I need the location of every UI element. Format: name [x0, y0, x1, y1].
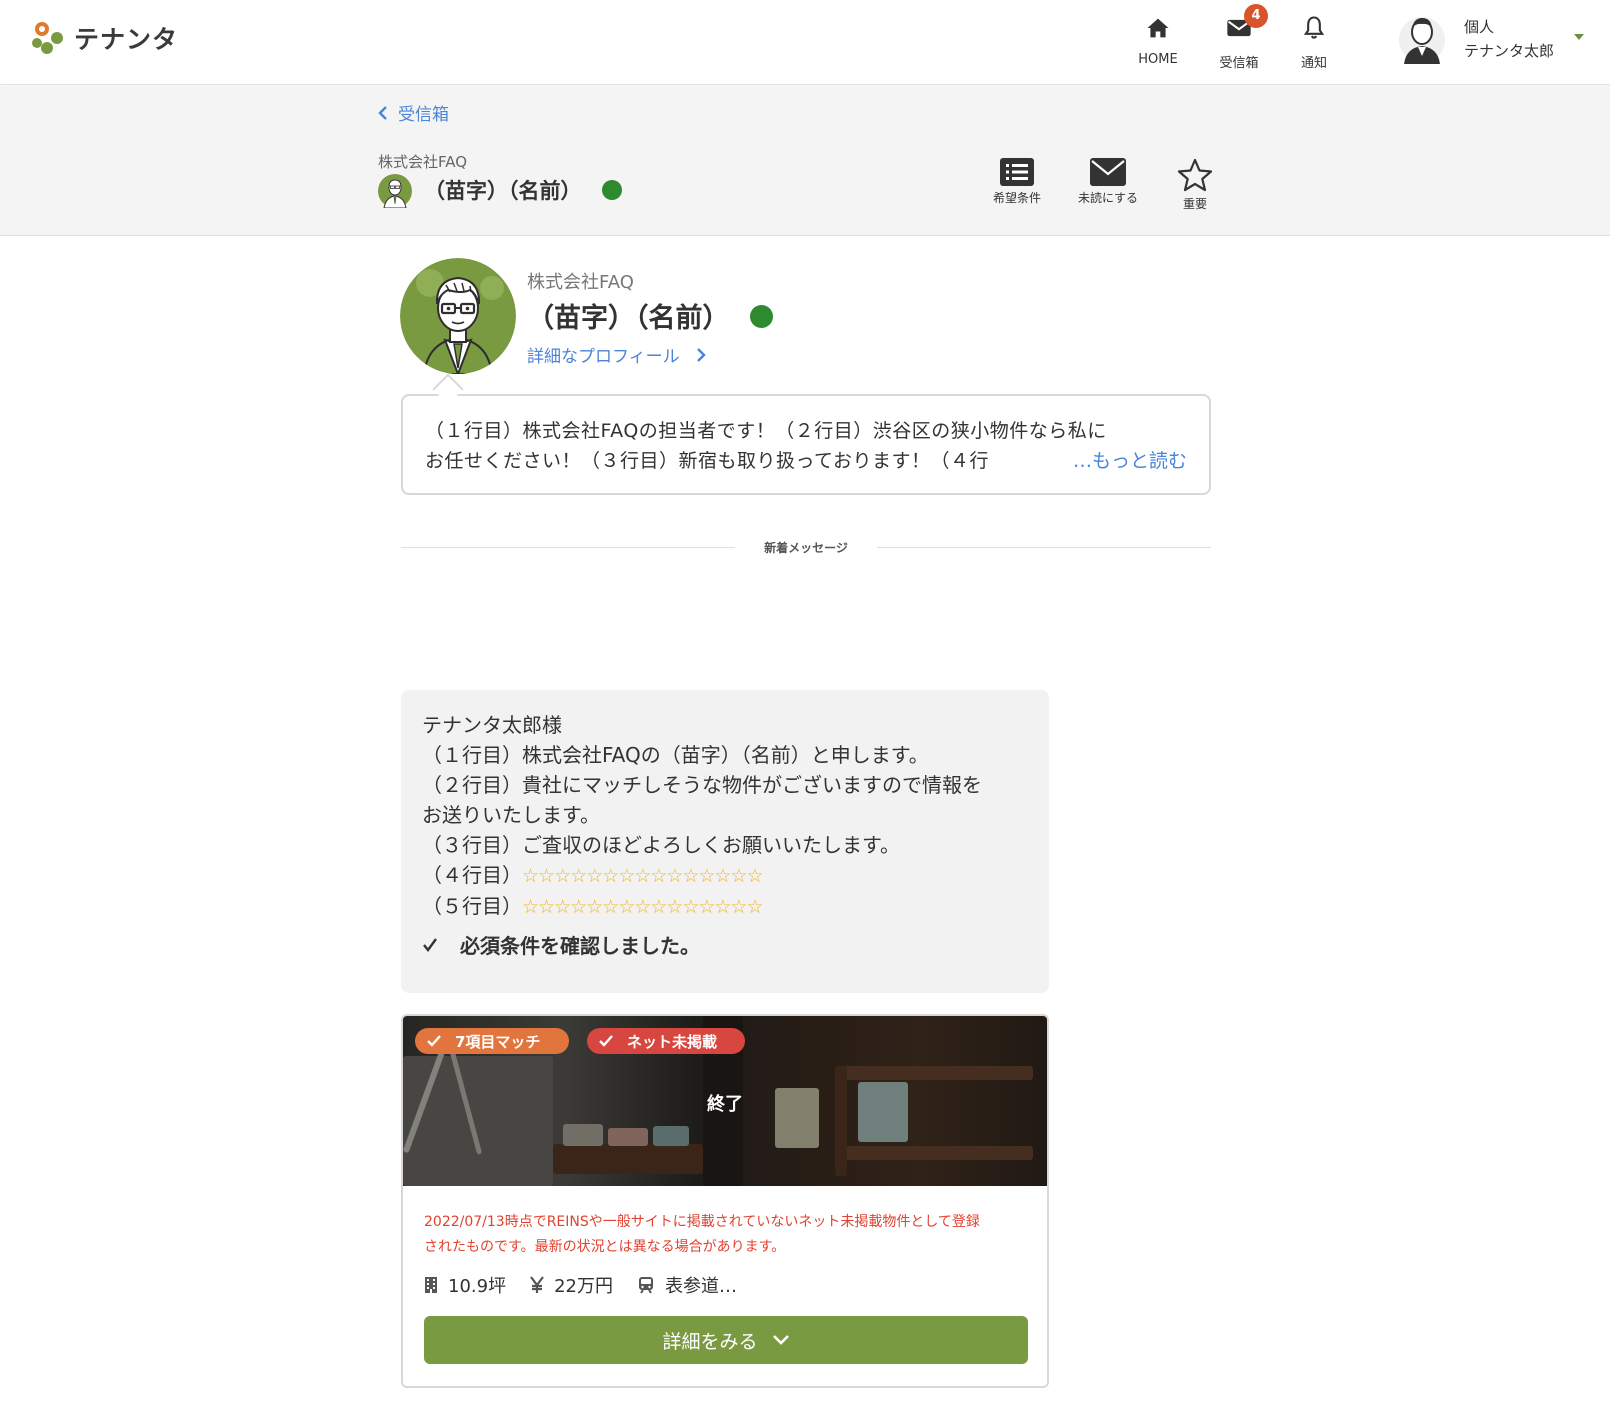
nav-inbox[interactable]: 4 受信箱: [1199, 4, 1279, 71]
mark-unread-button[interactable]: 未読にする: [1063, 158, 1153, 218]
rent-value: 22万円: [554, 1276, 613, 1297]
property-photo: 7項目マッチ ネット未掲載 終了: [403, 1016, 1047, 1186]
profile-company: 株式会社FAQ: [527, 272, 634, 293]
message-bubble: テナンタ太郎様 （１行目）株式会社FAQの（苗字）（名前）と申します。 （２行目…: [401, 690, 1049, 993]
building-icon: [425, 1277, 437, 1293]
offline-warning: 2022/07/13時点でREINSや一般サイトに掲載されていないネット未掲載物…: [424, 1210, 1024, 1260]
conversation-header: 受信箱 株式会社FAQ （苗字）（名前） 希望条件 未読にする 重要: [0, 86, 1610, 236]
message-line-prefix: （４行目）: [422, 863, 522, 887]
detailed-profile-link[interactable]: 詳細なプロフィール: [527, 342, 706, 367]
nav-home-label: HOME: [1138, 52, 1178, 67]
chevron-left-icon: [378, 105, 387, 120]
match-tag-label: 7項目マッチ: [455, 1032, 541, 1051]
station-value: 表参道…: [664, 1276, 737, 1297]
user-avatar-icon: [1399, 17, 1445, 64]
chevron-right-icon: [696, 347, 706, 362]
new-messages-divider: 新着メッセージ: [401, 537, 1211, 557]
stars-row: ☆☆☆☆☆☆☆☆☆☆☆☆☆☆☆: [522, 896, 763, 918]
home-icon: [1147, 18, 1169, 38]
message-line: （１行目）株式会社FAQの（苗字）（名前）と申します。: [422, 743, 929, 767]
property-specs: 10.9坪 22万円 表参道…: [424, 1272, 749, 1298]
header-name: （苗字）（名前）: [424, 179, 582, 203]
property-card[interactable]: 7項目マッチ ネット未掲載 終了 2022/07/13時点でREINSや一般サイ…: [401, 1014, 1049, 1388]
status-ended: 終了: [707, 1094, 743, 1115]
user-name: テナンタ太郎: [1464, 42, 1555, 60]
divider-line: [877, 547, 1211, 548]
yen-icon: [530, 1276, 544, 1293]
nav-notice-label: 通知: [1300, 56, 1327, 71]
mark-unread-label: 未読にする: [1077, 191, 1139, 205]
message-line: （３行目）ご査収のほどよろしくお願いいたします。: [422, 833, 900, 857]
match-tag: 7項目マッチ: [415, 1028, 569, 1054]
area-spec: 10.9坪: [424, 1272, 506, 1298]
online-status-dot: [602, 180, 622, 200]
check-icon: [427, 1035, 441, 1047]
logo-text: テナンタ: [74, 25, 179, 54]
user-menu[interactable]: 個人 テナンタ太郎: [1398, 8, 1588, 74]
conditions-label: 希望条件: [992, 191, 1041, 205]
warning-line: 2022/07/13時点でREINSや一般サイトに掲載されていないネット未掲載物…: [424, 1214, 980, 1230]
header-company: 株式会社FAQ: [378, 153, 468, 171]
requirements-confirmed-label: 必須条件を確認しました。: [460, 934, 700, 958]
star-icon: [1177, 158, 1213, 192]
message-line: お送りいたします。: [422, 803, 600, 827]
header-avatar: [378, 174, 412, 208]
nav-inbox-label: 受信箱: [1219, 56, 1259, 71]
important-label: 重要: [1182, 197, 1207, 211]
rent-spec: 22万円: [530, 1272, 613, 1298]
logo[interactable]: テナンタ: [30, 20, 178, 56]
view-details-label: 詳細をみる: [662, 1330, 758, 1353]
profile-name: （苗字）（名前）: [527, 303, 730, 334]
list-icon: [1000, 158, 1034, 186]
back-label: 受信箱: [398, 105, 449, 125]
profile-bio-bubble: （１行目）株式会社FAQの担当者です！（２行目）渋谷区の狭小物件なら私に お任せ…: [401, 394, 1211, 495]
requirements-confirmed: 必須条件を確認しました。: [422, 930, 700, 959]
message-line: テナンタ太郎様: [422, 713, 562, 737]
check-icon: [599, 1035, 613, 1047]
offline-tag: ネット未掲載: [587, 1028, 745, 1054]
user-type: 個人: [1464, 18, 1495, 36]
station-spec: 表参道…: [637, 1272, 737, 1298]
stars-row: ☆☆☆☆☆☆☆☆☆☆☆☆☆☆☆: [522, 865, 763, 887]
chevron-down-icon: [772, 1335, 789, 1345]
important-button[interactable]: 重要: [1150, 158, 1240, 218]
inbox-badge: 4: [1244, 4, 1268, 28]
view-details-button[interactable]: 詳細をみる: [424, 1316, 1028, 1364]
message-line: （４行目）☆☆☆☆☆☆☆☆☆☆☆☆☆☆☆: [422, 860, 1042, 891]
warning-line: されたものです。最新の状況とは異なる場合があります。: [424, 1239, 786, 1255]
message-line: （５行目）☆☆☆☆☆☆☆☆☆☆☆☆☆☆☆: [422, 891, 1042, 922]
train-icon: [638, 1277, 653, 1294]
bell-icon: [1303, 16, 1325, 39]
message-line: （２行目）貴社にマッチしそうな物件がございますので情報を: [422, 773, 982, 797]
read-more-link[interactable]: …もっと読む: [1070, 446, 1187, 473]
offline-tag-label: ネット未掲載: [627, 1032, 718, 1051]
top-navigation: テナンタ HOME 4 受信箱 通知 個人 テナンタ太郎: [0, 0, 1610, 85]
message-body: テナンタ太郎様 （１行目）株式会社FAQの（苗字）（名前）と申します。 （２行目…: [422, 710, 1042, 922]
message-line-prefix: （５行目）: [422, 894, 522, 918]
caret-down-icon: [1574, 34, 1584, 40]
profile-online-dot: [750, 305, 773, 328]
nav-home[interactable]: HOME: [1118, 10, 1198, 70]
check-icon: [423, 937, 437, 952]
detailed-profile-label: 詳細なプロフィール: [527, 347, 680, 367]
area-value: 10.9坪: [448, 1276, 507, 1297]
nav-notice[interactable]: 通知: [1274, 10, 1354, 71]
envelope-icon: [1090, 158, 1126, 186]
back-to-inbox-link[interactable]: 受信箱: [378, 100, 449, 125]
bio-line: （１行目）株式会社FAQの担当者です！（２行目）渋谷区の狭小物件なら私に: [425, 420, 1107, 442]
conditions-button[interactable]: 希望条件: [972, 158, 1062, 218]
profile-avatar[interactable]: [400, 258, 516, 374]
logo-mark-icon: [32, 22, 63, 54]
